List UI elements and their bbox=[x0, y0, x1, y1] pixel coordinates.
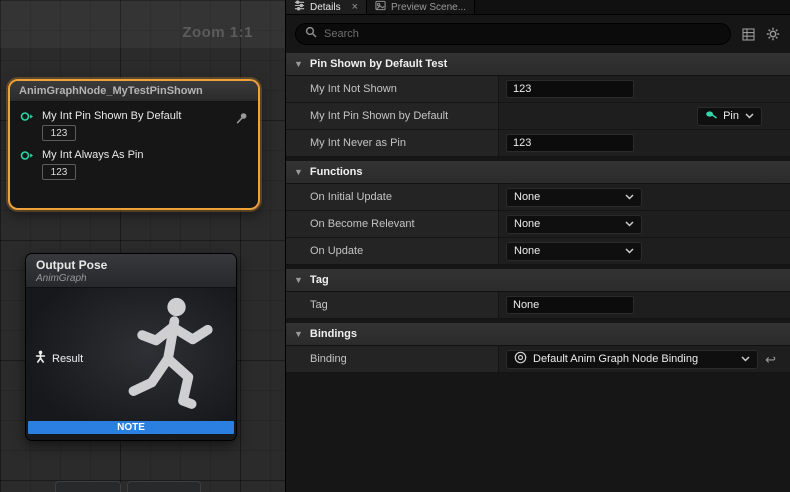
property-row: On Initial Update None bbox=[286, 184, 790, 211]
pin-label: My Int Pin Shown By Default bbox=[42, 110, 181, 122]
result-pin-label: Result bbox=[52, 353, 83, 365]
pose-preview: Result NOTE bbox=[26, 288, 236, 438]
preview-scene-icon bbox=[375, 0, 386, 14]
tab-details[interactable]: Details × bbox=[286, 0, 367, 14]
chevron-down-icon: ▼ bbox=[294, 167, 303, 177]
property-list: ▼ Pin Shown by Default Test My Int Not S… bbox=[286, 53, 790, 492]
chevron-down-icon: ▼ bbox=[294, 329, 303, 339]
property-label: Binding bbox=[286, 346, 498, 372]
property-row: My Int Never as Pin bbox=[286, 130, 790, 157]
partial-node-header[interactable] bbox=[127, 481, 201, 492]
tab-label: Details bbox=[310, 2, 341, 13]
pin-value-input[interactable]: 123 bbox=[42, 164, 76, 180]
dropdown-value: None bbox=[514, 218, 619, 230]
property-label: My Int Never as Pin bbox=[286, 130, 498, 156]
chevron-down-icon: ▼ bbox=[294, 275, 303, 285]
dropdown-value: None bbox=[514, 245, 619, 257]
pin-visibility-dropdown[interactable]: Pin bbox=[697, 107, 762, 126]
node-animgraphnode-mytestpinshown[interactable]: AnimGraphNode_MyTestPinShown My Int Pin … bbox=[8, 79, 260, 210]
chevron-down-icon bbox=[625, 221, 634, 227]
search-box[interactable] bbox=[295, 23, 731, 45]
pin-value-input[interactable]: 123 bbox=[42, 125, 76, 141]
panel-tab-bar: Details × Preview Scene... bbox=[286, 0, 790, 15]
int-pin-icon[interactable] bbox=[20, 150, 34, 161]
mannequin-preview-image bbox=[110, 292, 228, 437]
note-badge[interactable]: NOTE bbox=[28, 421, 234, 434]
dropdown-value: None bbox=[514, 191, 619, 203]
property-row: Binding Default Anim Graph Node Binding bbox=[286, 346, 790, 373]
section-title: Functions bbox=[310, 166, 363, 178]
section-title: Bindings bbox=[310, 328, 357, 340]
tab-preview-scene[interactable]: Preview Scene... bbox=[367, 0, 475, 14]
section-title: Tag bbox=[310, 274, 329, 286]
chevron-down-icon bbox=[745, 113, 754, 119]
pin-row: My Int Pin Shown By Default 123 bbox=[10, 110, 258, 141]
chevron-down-icon: ▼ bbox=[294, 59, 303, 69]
search-icon bbox=[305, 25, 317, 43]
section-header[interactable]: ▼ Pin Shown by Default Test bbox=[286, 53, 790, 76]
section-header[interactable]: ▼ Functions bbox=[286, 161, 790, 184]
pushpin-icon[interactable] bbox=[236, 111, 248, 129]
pin-row: My Int Always As Pin 123 bbox=[10, 149, 258, 180]
section-title: Pin Shown by Default Test bbox=[310, 58, 447, 70]
chevron-down-icon bbox=[741, 356, 750, 362]
chevron-down-icon bbox=[625, 248, 634, 254]
property-row: On Update None bbox=[286, 238, 790, 265]
on-initial-update-dropdown[interactable]: None bbox=[506, 188, 642, 207]
property-label: My Int Pin Shown by Default bbox=[286, 103, 498, 129]
property-row: My Int Not Shown bbox=[286, 76, 790, 103]
search-row bbox=[286, 15, 790, 53]
search-input[interactable] bbox=[324, 28, 721, 40]
section-header[interactable]: ▼ Tag bbox=[286, 269, 790, 292]
details-icon bbox=[294, 0, 305, 14]
section-bindings: ▼ Bindings Binding Default Anim Graph No… bbox=[286, 323, 790, 373]
my-int-not-shown-input[interactable] bbox=[506, 80, 634, 98]
section-functions: ▼ Functions On Initial Update None bbox=[286, 161, 790, 265]
pin-icon bbox=[705, 109, 717, 124]
node-output-pose[interactable]: Output Pose AnimGraph bbox=[25, 253, 237, 441]
tab-label: Preview Scene... bbox=[391, 2, 466, 13]
pin-label: My Int Always As Pin bbox=[42, 149, 143, 161]
on-update-dropdown[interactable]: None bbox=[506, 242, 642, 261]
property-label: Tag bbox=[286, 292, 498, 318]
reset-to-default-icon[interactable]: ↩ bbox=[765, 353, 776, 366]
property-label: My Int Not Shown bbox=[286, 76, 498, 102]
binding-icon bbox=[514, 351, 527, 367]
settings-gear-icon[interactable] bbox=[765, 26, 781, 42]
int-pin-icon[interactable] bbox=[20, 111, 34, 122]
close-tab-icon[interactable]: × bbox=[352, 2, 358, 13]
property-label: On Update bbox=[286, 238, 498, 264]
node-title: Output Pose bbox=[36, 258, 226, 272]
on-become-relevant-dropdown[interactable]: None bbox=[506, 215, 642, 234]
zoom-level-label: Zoom 1:1 bbox=[182, 24, 253, 41]
node-subtitle: AnimGraph bbox=[36, 273, 226, 284]
partial-node-header[interactable] bbox=[55, 481, 121, 492]
my-int-never-as-pin-input[interactable] bbox=[506, 134, 634, 152]
anim-graph-canvas[interactable]: Zoom 1:1 AnimGraphNode_MyTestPinShown My… bbox=[0, 0, 285, 492]
property-label: On Become Relevant bbox=[286, 211, 498, 237]
property-row: On Become Relevant None bbox=[286, 211, 790, 238]
dropdown-value: Pin bbox=[723, 110, 739, 122]
section-pin-shown-by-default-test: ▼ Pin Shown by Default Test My Int Not S… bbox=[286, 53, 790, 157]
property-label: On Initial Update bbox=[286, 184, 498, 210]
tag-input[interactable] bbox=[506, 296, 634, 314]
section-header[interactable]: ▼ Bindings bbox=[286, 323, 790, 346]
chevron-down-icon bbox=[625, 194, 634, 200]
section-tag: ▼ Tag Tag bbox=[286, 269, 790, 319]
result-pin[interactable]: Result bbox=[35, 350, 83, 368]
property-row: My Int Pin Shown by Default Pin bbox=[286, 103, 790, 130]
dropdown-value: Default Anim Graph Node Binding bbox=[533, 353, 735, 365]
node-title-bar[interactable]: Output Pose AnimGraph bbox=[26, 254, 236, 288]
node-title-bar[interactable]: AnimGraphNode_MyTestPinShown bbox=[10, 81, 258, 102]
property-row: Tag bbox=[286, 292, 790, 319]
binding-dropdown[interactable]: Default Anim Graph Node Binding bbox=[506, 350, 758, 369]
display-filter-grid-icon[interactable] bbox=[740, 26, 756, 42]
pose-person-icon bbox=[35, 350, 46, 368]
unreal-editor-window: Zoom 1:1 AnimGraphNode_MyTestPinShown My… bbox=[0, 0, 790, 492]
details-panel: Details × Preview Scene... bbox=[285, 0, 790, 492]
